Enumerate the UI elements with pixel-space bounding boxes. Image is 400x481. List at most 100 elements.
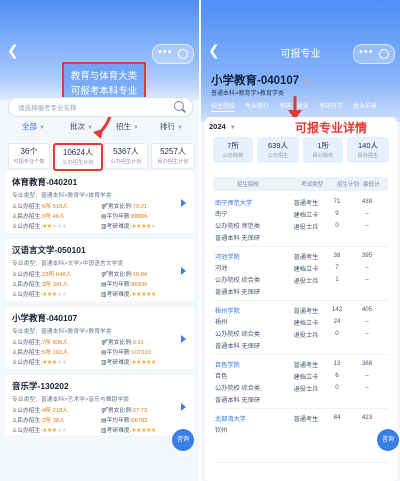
caret-down-icon: ▼: [229, 125, 236, 131]
more-dots-icon[interactable]: •••: [359, 46, 374, 58]
min-score-cell: –: [365, 210, 369, 217]
filter-batch[interactable]: 批次 ▼: [70, 121, 93, 132]
back-chevron-icon[interactable]: ❮: [7, 42, 19, 59]
close-circle-icon[interactable]: [379, 49, 389, 59]
table-header: 招生院校 考试类型 招生计划 最低分: [213, 177, 388, 191]
public-enroll-row: ♙公办招生:6所 518人: [12, 204, 69, 210]
major-card[interactable]: 小学教育-040107 专业类型：普通本科>教育学>教育学类 ♙公办招生:7所 83…: [5, 307, 194, 369]
private-enroll-row: ♙民办招生:3所 341人: [12, 282, 69, 288]
row-divider: [213, 246, 388, 247]
private-enroll-row: ♙民办招生:5所 160人: [12, 350, 69, 356]
plan-cell: 71: [333, 198, 341, 205]
tab-schools[interactable]: 招生院校: [211, 101, 236, 112]
school-name-link[interactable]: 南宁师范大学: [215, 198, 252, 207]
back-chevron-icon[interactable]: ❮: [208, 42, 220, 59]
plan-cell: 0: [335, 384, 339, 391]
plan-cell: 1: [335, 276, 339, 283]
filter-all[interactable]: 全部 ▼: [22, 121, 45, 132]
exam-type-cell: 普通考生: [293, 254, 319, 261]
people-icon: ⚤: [101, 272, 108, 278]
min-score-cell: 405: [361, 306, 373, 313]
stat-private-plan: 5257人 民办招生计划: [151, 143, 195, 169]
plan-cell: 9: [335, 210, 339, 217]
filter-rank[interactable]: 排行 ▼: [160, 121, 183, 132]
stat-public-plan: 10624人 公办招生计划: [53, 143, 103, 171]
close-circle-icon[interactable]: [178, 49, 188, 59]
salary-row: ▤平均年薪:107310: [101, 350, 151, 356]
chevron-right-icon[interactable]: [181, 403, 186, 411]
exam-type-cell: 普通考生: [293, 200, 319, 207]
school-tags: 普通本科 无保研: [215, 397, 261, 404]
th-min-score: 最低分: [363, 182, 380, 188]
stat-public-enroll: 639人 公办招生: [257, 137, 299, 163]
major-title: 小学教育-040107 ☆: [211, 75, 312, 87]
major-card[interactable]: 汉语言文学-050101 专业类型：普通本科>文学>中国语言文学类 ♙公办招生:23…: [5, 239, 194, 301]
major-card[interactable]: 体育教育-040201 专业类型：普通本科>教育学>体育学类 ♙公办招生:6所 51…: [5, 171, 194, 233]
salary-row: ▤平均年薪:88866: [101, 214, 148, 220]
difficulty-stars: ★★★★★: [131, 360, 156, 366]
search-placeholder: 请选择报考专业名称: [18, 105, 77, 112]
public-enroll-row: ♙公办招生:23所 648人: [12, 272, 72, 278]
rating-row: ♙公办招生:★★★★★: [12, 428, 67, 434]
school-name-link[interactable]: 河池学院: [215, 252, 240, 261]
chevron-right-icon[interactable]: [181, 199, 186, 207]
school-city: 百色: [215, 373, 228, 380]
more-dots-icon[interactable]: •••: [158, 46, 173, 58]
chevron-right-icon[interactable]: [181, 267, 186, 275]
school-name-link[interactable]: 北部湾大学: [215, 414, 246, 423]
school-name-link[interactable]: 梧州学院: [215, 306, 240, 315]
gender-ratio-row: ⚤男女比例:79:21: [101, 204, 148, 210]
chevron-right-icon[interactable]: [181, 335, 186, 343]
th-plan: 招生计划: [337, 182, 360, 188]
star-icon[interactable]: ☆: [302, 76, 311, 87]
tab-intro[interactable]: 专业简介: [245, 101, 269, 110]
consult-button[interactable]: 咨询: [377, 429, 399, 451]
tab-further-study[interactable]: 考研升学: [319, 101, 343, 110]
rating-stars: ★★★★★: [42, 224, 67, 230]
major-card-title: 小学教育-040107: [12, 313, 78, 323]
school-tags: 公办院校 师范类: [215, 223, 261, 230]
school-tags: 公办院校 综合类: [215, 385, 261, 392]
stat-majors: 36个 可报专业个数: [8, 143, 50, 169]
row-divider: [213, 462, 388, 463]
gender-ratio-row: ⚤男女比例:16:84: [101, 272, 148, 278]
plan-cell: 7: [335, 264, 339, 271]
school-name-link[interactable]: 百色学院: [215, 360, 240, 369]
exam-type-cell: 退役士兵: [293, 224, 319, 231]
year-select[interactable]: 2024 ▼: [209, 122, 236, 131]
min-score-cell: –: [365, 264, 369, 271]
school-tags: 公办院校 综合类: [215, 277, 261, 284]
filter-enroll[interactable]: 招生 ▼: [116, 121, 139, 132]
right-panel: 可报专业 ❮ ••• 小学教育-040107 ☆ 普通本科>教育学>教育学类 招…: [201, 0, 400, 481]
row-divider: [213, 354, 388, 355]
major-card-type: 专业类型：普通本科>艺术学>音乐与舞蹈学类: [12, 397, 129, 403]
difficulty-row: ▥考研难度:★★★★★: [101, 224, 156, 230]
school-tags: 普通本科 无保研: [215, 235, 261, 242]
left-panel: ❮ ••• 教育与体育大类 可报考本科专业 请选择报考专业名称 全部 ▼ 批次 ▼ …: [0, 0, 199, 481]
category-title: 教育与体育大类: [70, 71, 138, 82]
filter-bar: 全部 ▼ 批次 ▼ 招生 ▼ 排行 ▼: [0, 121, 199, 135]
difficulty-stars: ★★★★★: [131, 292, 156, 298]
row-divider: [213, 300, 388, 301]
exam-type-cell: 退役士兵: [293, 386, 319, 393]
search-icon[interactable]: [174, 101, 184, 111]
rating-stars: ★★★★★: [42, 428, 67, 434]
consult-button[interactable]: 咨询: [172, 429, 194, 451]
major-subtitle: 普通本科>教育学>教育学类: [211, 91, 285, 97]
major-card[interactable]: 音乐学-130202 专业类型：普通本科>艺术学>音乐与舞蹈学类 ♙公办招生:4所 …: [5, 375, 194, 435]
tab-prospects[interactable]: 就业前景: [353, 101, 377, 110]
miniapp-capsule[interactable]: •••: [353, 44, 395, 64]
gender-ratio-row: ⚤男女比例:9:91: [101, 340, 144, 346]
caret-down-icon: ▼: [177, 125, 183, 131]
difficulty-stars: ★★★★★: [131, 224, 156, 230]
stat-public-plan-2: 5367人 公办招生计划: [104, 143, 148, 169]
rating-row: ♙公办招生:★★★★★: [12, 360, 67, 366]
major-search-input[interactable]: 请选择报考专业名称: [8, 97, 193, 117]
caret-down-icon: ▼: [133, 125, 139, 131]
min-score-cell: 395: [361, 252, 373, 259]
rating-stars: ★★★★★: [42, 360, 67, 366]
difficulty-row: ▥考研难度:★★★★★: [101, 360, 156, 366]
plan-cell: 6: [335, 372, 339, 379]
miniapp-capsule[interactable]: •••: [152, 44, 194, 64]
min-score-cell: –: [365, 330, 369, 337]
